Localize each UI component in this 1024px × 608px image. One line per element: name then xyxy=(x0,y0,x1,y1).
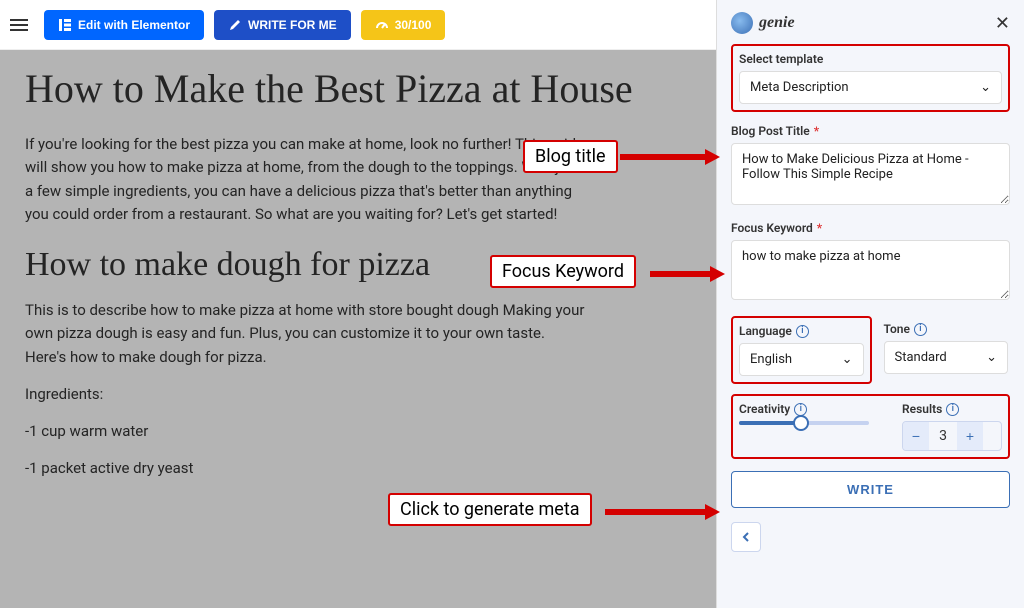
results-label: Results i xyxy=(902,402,1002,416)
info-icon: i xyxy=(796,325,809,338)
section-body: This is to describe how to make pizza at… xyxy=(25,299,585,369)
pen-icon xyxy=(228,18,242,32)
back-button[interactable] xyxy=(731,522,761,552)
decrement-button[interactable]: − xyxy=(903,422,929,450)
info-icon: i xyxy=(946,403,959,416)
callout-focus-keyword: Focus Keyword xyxy=(490,255,636,288)
template-value: Meta Description xyxy=(750,80,849,95)
template-select[interactable]: Meta Description ⌄ xyxy=(739,71,1002,104)
info-icon: i xyxy=(914,323,927,336)
language-select[interactable]: English ⌄ xyxy=(739,343,864,376)
write-for-me-button[interactable]: WRITE FOR ME xyxy=(214,10,351,40)
credits-label: 30/100 xyxy=(395,18,432,32)
language-value: English xyxy=(750,352,792,367)
brand: genie xyxy=(731,12,795,34)
write-button[interactable]: WRITE xyxy=(731,471,1010,508)
blog-title-label: Blog Post Title * xyxy=(731,124,1010,138)
genie-logo-icon xyxy=(731,12,753,34)
ingredients-label: Ingredients: xyxy=(25,383,585,406)
tone-value: Standard xyxy=(895,350,947,365)
gauge-icon xyxy=(375,18,389,32)
menu-icon[interactable] xyxy=(10,13,34,37)
chevron-left-icon xyxy=(740,531,752,543)
ingredient-item: -1 cup warm water xyxy=(25,420,585,443)
callout-blog-title: Blog title xyxy=(523,140,618,173)
increment-button[interactable]: + xyxy=(957,422,983,450)
creativity-label: Creativity i xyxy=(739,402,892,416)
language-label: Language i xyxy=(739,324,864,338)
keyword-label: Focus Keyword * xyxy=(731,221,1010,235)
tone-label: Tone i xyxy=(884,322,1009,336)
chevron-down-icon: ⌄ xyxy=(986,350,997,365)
credits-button[interactable]: 30/100 xyxy=(361,10,446,40)
edit-elementor-label: Edit with Elementor xyxy=(78,18,190,32)
template-label: Select template xyxy=(739,52,1002,66)
write-for-me-label: WRITE FOR ME xyxy=(248,18,337,32)
arrow-icon xyxy=(650,262,725,286)
arrow-icon xyxy=(620,145,720,169)
chevron-down-icon: ⌄ xyxy=(980,80,991,95)
creativity-slider[interactable] xyxy=(739,421,869,425)
results-value: 3 xyxy=(929,428,957,444)
callout-generate: Click to generate meta xyxy=(388,493,592,526)
chevron-down-icon: ⌄ xyxy=(842,352,853,367)
post-intro: If you're looking for the best pizza you… xyxy=(25,133,585,226)
edit-elementor-button[interactable]: Edit with Elementor xyxy=(44,10,204,40)
elementor-icon xyxy=(58,18,72,32)
brand-label: genie xyxy=(759,14,795,32)
arrow-icon xyxy=(605,500,720,524)
genie-panel: genie ✕ Select template Meta Description… xyxy=(716,0,1024,608)
ingredient-item: -1 packet active dry yeast xyxy=(25,457,585,480)
tone-select[interactable]: Standard ⌄ xyxy=(884,341,1009,374)
close-icon[interactable]: ✕ xyxy=(995,13,1010,34)
results-stepper: − 3 + xyxy=(902,421,1002,451)
post-title: How to Make the Best Pizza at House xyxy=(25,65,691,113)
keyword-input[interactable] xyxy=(731,240,1010,300)
info-icon: i xyxy=(794,403,807,416)
blog-title-input[interactable] xyxy=(731,143,1010,205)
